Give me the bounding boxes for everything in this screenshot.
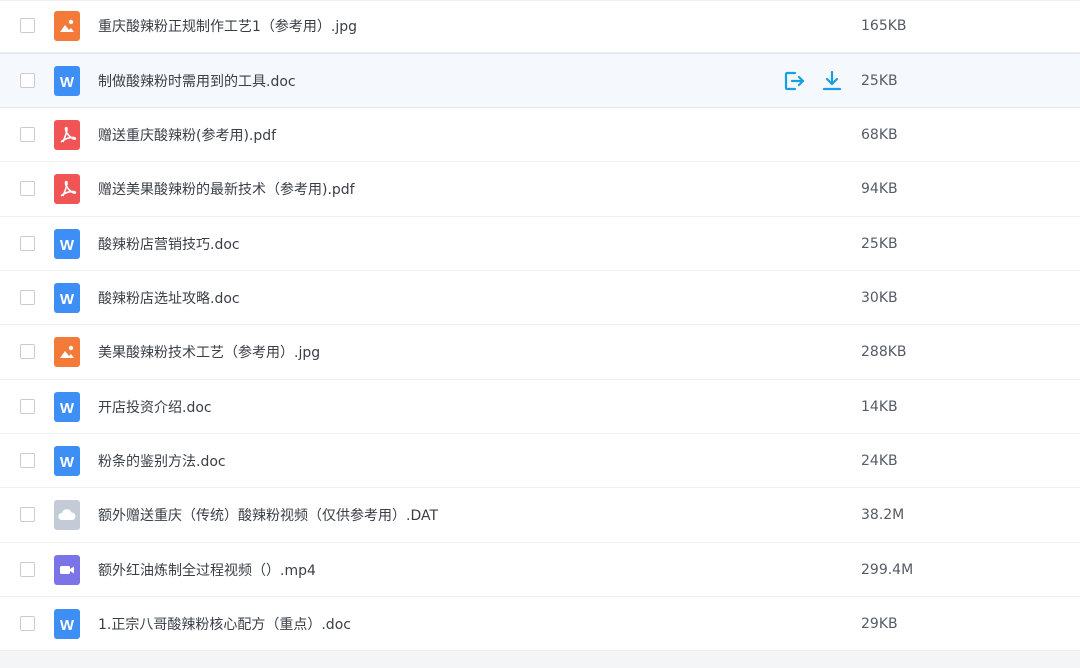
file-name[interactable]: 粉条的鉴别方法.doc [98, 451, 226, 471]
video-file-icon [54, 554, 80, 585]
image-file-icon [54, 337, 80, 367]
file-size: 68KB [861, 126, 898, 143]
word-doc-icon: W [54, 391, 80, 422]
row-checkbox[interactable] [20, 18, 35, 33]
file-name[interactable]: 美果酸辣粉技术工艺（参考用）.jpg [98, 342, 320, 362]
file-row[interactable]: 额外赠送重庆（传统）酸辣粉视频（仅供参考用）.DAT 38.2M [0, 488, 1080, 543]
file-row[interactable]: 额外红油炼制全过程视频（）.mp4 299.4M [0, 543, 1080, 597]
image-file-icon [54, 11, 80, 41]
pdf-file-icon [54, 174, 80, 204]
file-size: 165KB [861, 18, 907, 34]
file-row[interactable]: 赠送重庆酸辣粉(参考用).pdf 68KB [0, 108, 1080, 162]
file-list: 重庆酸辣粉正规制作工艺1（参考用）.jpg 165KB W 制做酸辣粉时需用到的… [0, 0, 1080, 651]
file-name[interactable]: 开店投资介绍.doc [98, 397, 212, 417]
file-row[interactable]: 美果酸辣粉技术工艺（参考用）.jpg 288KB [0, 325, 1080, 380]
row-checkbox[interactable] [20, 615, 35, 631]
download-icon[interactable] [820, 69, 844, 93]
row-checkbox[interactable] [20, 72, 35, 88]
row-checkbox[interactable] [20, 507, 35, 522]
word-doc-icon: W [54, 228, 80, 259]
word-doc-icon: W [54, 445, 80, 476]
file-row[interactable]: W 1.正宗八哥酸辣粉核心配方（重点）.doc 29KB [0, 597, 1080, 651]
row-checkbox[interactable] [20, 126, 35, 142]
row-checkbox[interactable] [20, 452, 35, 468]
file-row[interactable]: W 粉条的鉴别方法.doc 24KB [0, 434, 1080, 488]
file-size: 30KB [861, 289, 898, 306]
svg-text:W: W [60, 400, 75, 417]
cloud-file-icon [54, 500, 80, 530]
file-row[interactable]: W 酸辣粉店营销技巧.doc 25KB [0, 217, 1080, 271]
svg-text:W: W [60, 454, 75, 471]
svg-text:W: W [60, 291, 75, 308]
word-doc-icon: W [54, 65, 80, 96]
file-name[interactable]: 酸辣粉店营销技巧.doc [98, 234, 240, 254]
file-size: 29KB [861, 615, 898, 632]
word-doc-icon: W [54, 282, 80, 313]
pdf-file-icon [54, 119, 80, 150]
file-name[interactable]: 重庆酸辣粉正规制作工艺1（参考用）.jpg [98, 16, 357, 36]
row-checkbox[interactable] [20, 344, 35, 359]
file-name[interactable]: 赠送美果酸辣粉的最新技术（参考用).pdf [98, 179, 355, 199]
file-size: 288KB [861, 344, 907, 360]
file-row[interactable]: W 开店投资介绍.doc 14KB [0, 380, 1080, 434]
file-name[interactable]: 酸辣粉店选址攻略.doc [98, 288, 240, 308]
file-size: 25KB [861, 235, 898, 252]
file-name[interactable]: 制做酸辣粉时需用到的工具.doc [98, 71, 296, 91]
row-checkbox[interactable] [20, 235, 35, 251]
file-size: 14KB [861, 398, 898, 415]
share-icon[interactable] [782, 69, 806, 93]
file-row[interactable]: W 制做酸辣粉时需用到的工具.doc 25KB [0, 53, 1080, 108]
file-name[interactable]: 额外红油炼制全过程视频（）.mp4 [98, 560, 316, 580]
row-checkbox[interactable] [20, 398, 35, 414]
file-row[interactable]: 重庆酸辣粉正规制作工艺1（参考用）.jpg 165KB [0, 0, 1080, 53]
file-size: 25KB [861, 72, 898, 89]
file-row[interactable]: W 酸辣粉店选址攻略.doc 30KB [0, 271, 1080, 325]
file-name[interactable]: 1.正宗八哥酸辣粉核心配方（重点）.doc [98, 614, 351, 634]
file-size: 299.4M [861, 561, 914, 578]
file-size: 94KB [861, 181, 898, 197]
row-checkbox[interactable] [20, 561, 35, 577]
file-name[interactable]: 额外赠送重庆（传统）酸辣粉视频（仅供参考用）.DAT [98, 505, 438, 525]
row-checkbox[interactable] [20, 181, 35, 196]
svg-text:W: W [60, 237, 75, 254]
file-size: 38.2M [861, 507, 905, 523]
row-checkbox[interactable] [20, 289, 35, 305]
word-doc-icon: W [54, 608, 80, 639]
svg-text:W: W [60, 74, 75, 91]
file-size: 24KB [861, 452, 898, 469]
svg-text:W: W [60, 617, 75, 634]
file-row[interactable]: 赠送美果酸辣粉的最新技术（参考用).pdf 94KB [0, 162, 1080, 217]
file-name[interactable]: 赠送重庆酸辣粉(参考用).pdf [98, 125, 276, 145]
